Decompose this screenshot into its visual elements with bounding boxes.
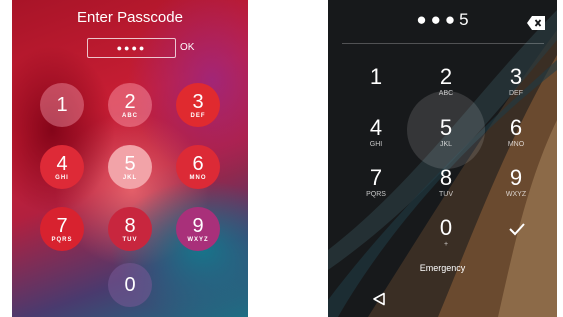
key-digit: 7 — [369, 165, 383, 190]
android-key-0[interactable]: 0 + — [411, 216, 481, 268]
ios-key-7[interactable]: 7 PQRS — [40, 207, 84, 251]
key-digit: 6 — [509, 115, 523, 140]
key-letters: DEF — [509, 90, 523, 97]
ios-key-1[interactable]: 1 — [40, 83, 84, 127]
android-key-5[interactable]: 5 JKL — [411, 116, 481, 168]
passcode-field[interactable]: ●●●● — [87, 38, 176, 58]
android-pin-screen: ●●●5 1 2 ABC 3 DEF 4 GHI 5 JKL 6 MNO 7 P… — [328, 0, 557, 317]
key-digit: 9 — [509, 165, 523, 190]
key-digit: 0 — [439, 215, 453, 240]
key-letters: DEF — [190, 113, 206, 119]
key-digit: 3 — [509, 64, 523, 89]
key-digit: 8 — [439, 165, 453, 190]
key-letters: + — [443, 241, 449, 248]
key-letters: TUV — [122, 237, 138, 243]
key-digit: 5 — [124, 153, 136, 175]
key-digit: 7 — [56, 215, 68, 237]
key-digit: 4 — [369, 115, 383, 140]
key-letters: ABC — [438, 90, 454, 97]
key-letters: JKL — [439, 141, 453, 148]
ios-key-2[interactable]: 2 ABC — [108, 83, 152, 127]
key-letters: JKL — [122, 175, 138, 181]
key-letters: WXYZ — [187, 237, 209, 243]
key-letters: GHI — [369, 141, 383, 148]
ok-button[interactable]: OK — [180, 42, 194, 53]
backspace-icon[interactable] — [527, 16, 545, 30]
android-key-8[interactable]: 8 TUV — [411, 166, 481, 218]
key-letters: MNO — [189, 175, 207, 181]
pin-last-digit: 5 — [459, 10, 469, 29]
key-letters: TUV — [439, 191, 453, 198]
ios-key-0[interactable]: 0 — [108, 263, 152, 307]
key-digit: 3 — [192, 91, 204, 113]
key-digit: 1 — [369, 64, 383, 89]
key-digit: 8 — [124, 215, 136, 237]
passcode-title: Enter Passcode — [77, 9, 183, 26]
android-key-7[interactable]: 7 PQRS — [341, 166, 411, 218]
key-letters: GHI — [55, 175, 69, 181]
key-digit: 4 — [56, 153, 68, 175]
key-letters: ABC — [122, 113, 138, 119]
pin-dots: ●●● — [416, 10, 460, 29]
ios-key-8[interactable]: 8 TUV — [108, 207, 152, 251]
key-digit: 5 — [439, 115, 453, 140]
key-digit: 1 — [56, 94, 68, 116]
android-key-2[interactable]: 2 ABC — [411, 65, 481, 117]
android-key-6[interactable]: 6 MNO — [481, 116, 551, 168]
android-key-9[interactable]: 9 WXYZ — [481, 166, 551, 218]
key-letters: PQRS — [51, 237, 73, 243]
pin-entry: ●●●5 — [328, 10, 557, 30]
key-digit: 2 — [439, 64, 453, 89]
checkmark-icon[interactable] — [507, 221, 527, 237]
back-triangle-icon[interactable] — [372, 292, 386, 306]
key-digit: 9 — [192, 215, 204, 237]
emergency-button[interactable]: Emergency — [328, 263, 557, 273]
key-digit: 2 — [124, 91, 136, 113]
key-letters: MNO — [507, 141, 525, 148]
key-digit: 6 — [192, 153, 204, 175]
ios-key-5[interactable]: 5 JKL — [108, 145, 152, 189]
key-letters: WXYZ — [505, 191, 527, 198]
ios-key-6[interactable]: 6 MNO — [176, 145, 220, 189]
ios-key-9[interactable]: 9 WXYZ — [176, 207, 220, 251]
ios-key-4[interactable]: 4 GHI — [40, 145, 84, 189]
entry-divider — [342, 43, 544, 44]
key-digit: 0 — [124, 274, 136, 296]
android-key-3[interactable]: 3 DEF — [481, 65, 551, 117]
android-key-4[interactable]: 4 GHI — [341, 116, 411, 168]
key-letters: PQRS — [366, 191, 386, 198]
ios-passcode-screen: Enter Passcode ●●●● OK 1 2 ABC 3 DEF 4 G… — [12, 0, 248, 317]
ios-key-3[interactable]: 3 DEF — [176, 83, 220, 127]
android-key-1[interactable]: 1 — [341, 65, 411, 117]
